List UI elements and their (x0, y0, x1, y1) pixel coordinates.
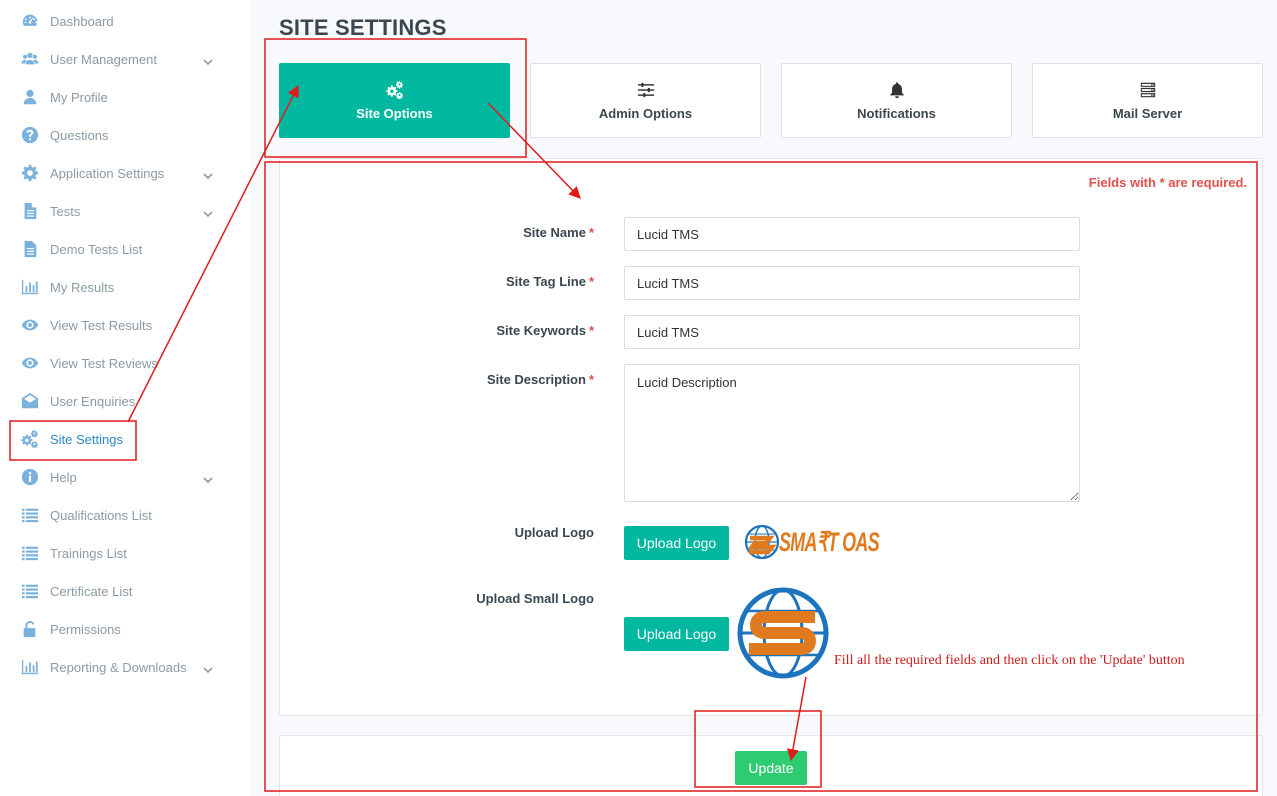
list-icon (20, 505, 40, 525)
required-star: * (588, 323, 594, 338)
sidebar: Dashboard User Management My Profile Que… (0, 0, 250, 796)
site-tagline-input[interactable] (624, 266, 1080, 300)
chevron-down-icon (203, 662, 213, 674)
site-tagline-label: Site Tag Line * (506, 274, 594, 289)
sidebar-item-my-results[interactable]: My Results (0, 268, 250, 306)
sidebar-item-label: Qualifications List (50, 507, 152, 523)
site-description-label: Site Description * (486, 372, 594, 387)
page-title: SITE SETTINGS (279, 15, 447, 40)
sidebar-item-label: Permissions (50, 621, 121, 637)
required-star: * (588, 372, 594, 387)
sidebar-item-view-test-results[interactable]: View Test Results (0, 306, 250, 344)
site-small-logo-image (737, 587, 829, 679)
chevron-down-icon (203, 54, 213, 66)
user-icon (20, 87, 40, 107)
file-list-icon (20, 239, 40, 259)
gear-icon (20, 163, 40, 183)
gears-icon (280, 81, 509, 99)
tab-admin-options[interactable]: Admin Options (530, 63, 761, 138)
required-fields-note: Fields with * are required. (1088, 175, 1247, 190)
sidebar-item-application-settings[interactable]: Application Settings (0, 154, 250, 192)
upload-small-logo-label: Upload Small Logo (476, 591, 594, 606)
sidebar-item-site-settings[interactable]: Site Settings (0, 420, 250, 458)
tab-mail-server[interactable]: Mail Server (1032, 63, 1263, 138)
sidebar-item-certificate-list[interactable]: Certificate List (0, 572, 250, 610)
list-icon (20, 581, 40, 601)
bar-chart-icon (20, 657, 40, 677)
site-description-textarea[interactable]: Lucid Description (624, 364, 1080, 502)
tab-label: Notifications (857, 106, 936, 121)
site-name-label: Site Name * (523, 225, 594, 240)
site-logo-image: SMA₹T OAS (745, 524, 881, 560)
sidebar-item-user-management[interactable]: User Management (0, 40, 250, 78)
server-icon (1033, 81, 1262, 99)
sidebar-item-label: My Profile (50, 89, 108, 105)
site-keywords-input[interactable] (624, 315, 1080, 349)
tab-site-options[interactable]: Site Options (279, 63, 510, 138)
sidebar-item-label: User Management (50, 51, 157, 67)
eye-icon (20, 315, 40, 335)
site-name-input[interactable] (624, 217, 1080, 251)
sidebar-item-label: Questions (50, 127, 109, 143)
sidebar-item-permissions[interactable]: Permissions (0, 610, 250, 648)
tab-label: Admin Options (598, 106, 693, 121)
sidebar-item-dashboard[interactable]: Dashboard (0, 2, 250, 40)
unlock-icon (20, 619, 40, 639)
info-circle-icon (20, 467, 40, 487)
sidebar-item-label: User Enquiries (50, 393, 136, 409)
sidebar-item-label: Dashboard (50, 13, 114, 29)
question-circle-icon (20, 125, 40, 145)
sidebar-item-label: Certificate List (50, 583, 133, 599)
instruction-annotation: Fill all the required fields and then cl… (834, 653, 1185, 668)
bar-chart-icon (20, 277, 40, 297)
sidebar-item-label: Demo Tests List (50, 241, 143, 257)
sidebar-item-demo-tests-list[interactable]: Demo Tests List (0, 230, 250, 268)
chevron-down-icon (203, 472, 213, 484)
sidebar-item-label: Help (50, 469, 77, 485)
tab-label: Site Options (356, 106, 433, 121)
dashboard-icon (20, 11, 40, 31)
eye-icon (20, 353, 40, 373)
sidebar-item-label: Trainings List (50, 545, 127, 561)
sidebar-item-qualifications-list[interactable]: Qualifications List (0, 496, 250, 534)
sidebar-item-label: Reporting & Downloads (50, 659, 187, 675)
sidebar-item-user-enquiries[interactable]: User Enquiries (0, 382, 250, 420)
chevron-down-icon (203, 168, 213, 180)
users-icon (20, 49, 40, 69)
upload-logo-label: Upload Logo (514, 525, 594, 540)
sidebar-item-label: Tests (50, 203, 81, 219)
sidebar-item-trainings-list[interactable]: Trainings List (0, 534, 250, 572)
sidebar-item-tests[interactable]: Tests (0, 192, 250, 230)
sidebar-item-label: Site Settings (50, 431, 123, 447)
required-star: * (588, 225, 594, 240)
tab-notifications[interactable]: Notifications (781, 63, 1012, 138)
sidebar-item-questions[interactable]: Questions (0, 116, 250, 154)
sidebar-item-my-profile[interactable]: My Profile (0, 78, 250, 116)
list-icon (20, 543, 40, 563)
upload-small-logo-button[interactable]: Upload Logo (624, 617, 729, 651)
chevron-down-icon (203, 206, 213, 218)
envelope-open-icon (20, 391, 40, 411)
sidebar-item-reporting-downloads[interactable]: Reporting & Downloads (0, 648, 250, 686)
sidebar-item-label: My Results (50, 279, 115, 295)
sidebar-item-label: View Test Results (50, 317, 153, 333)
sliders-icon (531, 81, 760, 99)
sidebar-item-view-test-reviews[interactable]: View Test Reviews (0, 344, 250, 382)
file-icon (20, 201, 40, 221)
sidebar-item-label: View Test Reviews (50, 355, 158, 371)
tab-label: Mail Server (1112, 106, 1183, 121)
logo-text: SMA₹T OAS (779, 527, 880, 557)
gears-icon (20, 429, 40, 449)
upload-logo-button[interactable]: Upload Logo (624, 526, 729, 560)
update-button[interactable]: Update (735, 751, 807, 785)
bell-icon (782, 81, 1011, 99)
required-star: * (588, 274, 594, 289)
globe-logo-icon (737, 587, 829, 679)
globe-logo-icon (745, 524, 780, 560)
sidebar-item-help[interactable]: Help (0, 458, 250, 496)
site-keywords-label: Site Keywords * (496, 323, 594, 338)
sidebar-item-label: Application Settings (50, 165, 165, 181)
